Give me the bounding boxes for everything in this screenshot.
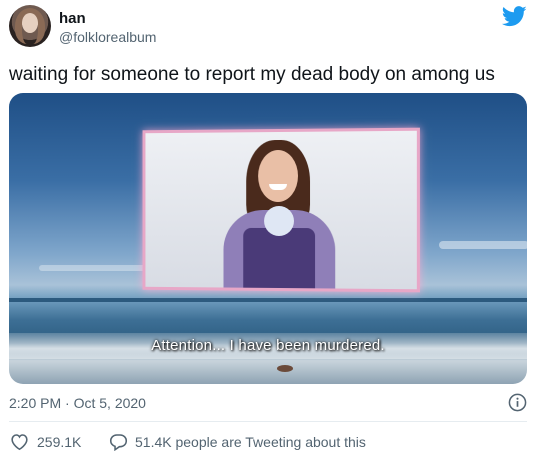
- horizon: [9, 298, 527, 302]
- tweet-timestamp[interactable]: 2:20 PM · Oct 5, 2020: [9, 395, 146, 411]
- tweet-media-image[interactable]: Attention... I have been murdered.: [9, 93, 527, 384]
- cloud: [439, 241, 527, 249]
- info-icon[interactable]: [508, 393, 527, 412]
- avatar[interactable]: [9, 5, 51, 47]
- divider: [9, 421, 527, 422]
- floating-video-panel: [142, 127, 420, 293]
- heart-icon[interactable]: [9, 432, 30, 451]
- twitter-bird-icon[interactable]: [502, 6, 527, 27]
- avatar-face: [22, 13, 38, 33]
- rock: [277, 365, 293, 372]
- person-collar: [264, 205, 294, 237]
- people-tweeting-link[interactable]: 51.4K people are Tweeting about this: [135, 434, 366, 450]
- person-face: [258, 149, 298, 203]
- tweet-card: han @folklorealbum waiting for someone t…: [0, 0, 539, 459]
- display-name[interactable]: han: [59, 10, 86, 27]
- like-count[interactable]: 259.1K: [37, 434, 81, 450]
- video-subtitle: Attention... I have been murdered.: [151, 337, 385, 354]
- person-vest: [243, 227, 316, 293]
- speech-bubble-icon[interactable]: [109, 432, 128, 451]
- tweet-text: waiting for someone to report my dead bo…: [9, 64, 495, 85]
- user-handle[interactable]: @folklorealbum: [59, 29, 156, 45]
